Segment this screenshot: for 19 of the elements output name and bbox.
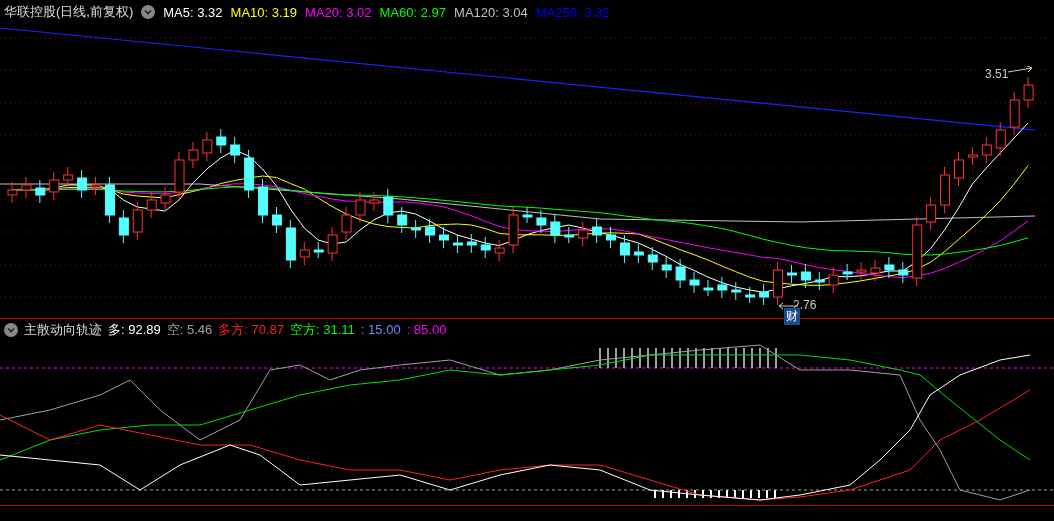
indicator-value: : 85.00	[406, 322, 447, 337]
moving-average-value: MA120: 3.04	[454, 4, 528, 20]
high-price-label: 3.51	[985, 67, 1009, 81]
moving-average-value: MA5: 3.32	[163, 4, 223, 20]
moving-average-value: MA250: 3.32	[535, 4, 610, 20]
indicator-value: 空方: 31.11	[290, 320, 355, 339]
indicator-value: 多方: 70.87	[218, 320, 285, 339]
indicator-value: 空: 5.46	[166, 320, 213, 339]
indicator-title: 主散动向轨迹	[24, 320, 102, 339]
moving-average-value: MA10: 3.19	[230, 4, 298, 20]
arrow-icon	[1008, 66, 1034, 74]
chart-title: 华联控股(日线,前复权)	[4, 3, 134, 21]
indicator-value: : 15.00	[360, 322, 401, 337]
moving-average-value: MA20: 3.02	[305, 4, 372, 20]
dropdown-icon[interactable]	[4, 322, 18, 337]
indicator-value: 多: 92.89	[108, 320, 161, 339]
event-badge[interactable]: 财	[784, 308, 800, 325]
dropdown-icon[interactable]	[141, 5, 156, 19]
moving-average-value: MA60: 2.97	[379, 4, 447, 20]
